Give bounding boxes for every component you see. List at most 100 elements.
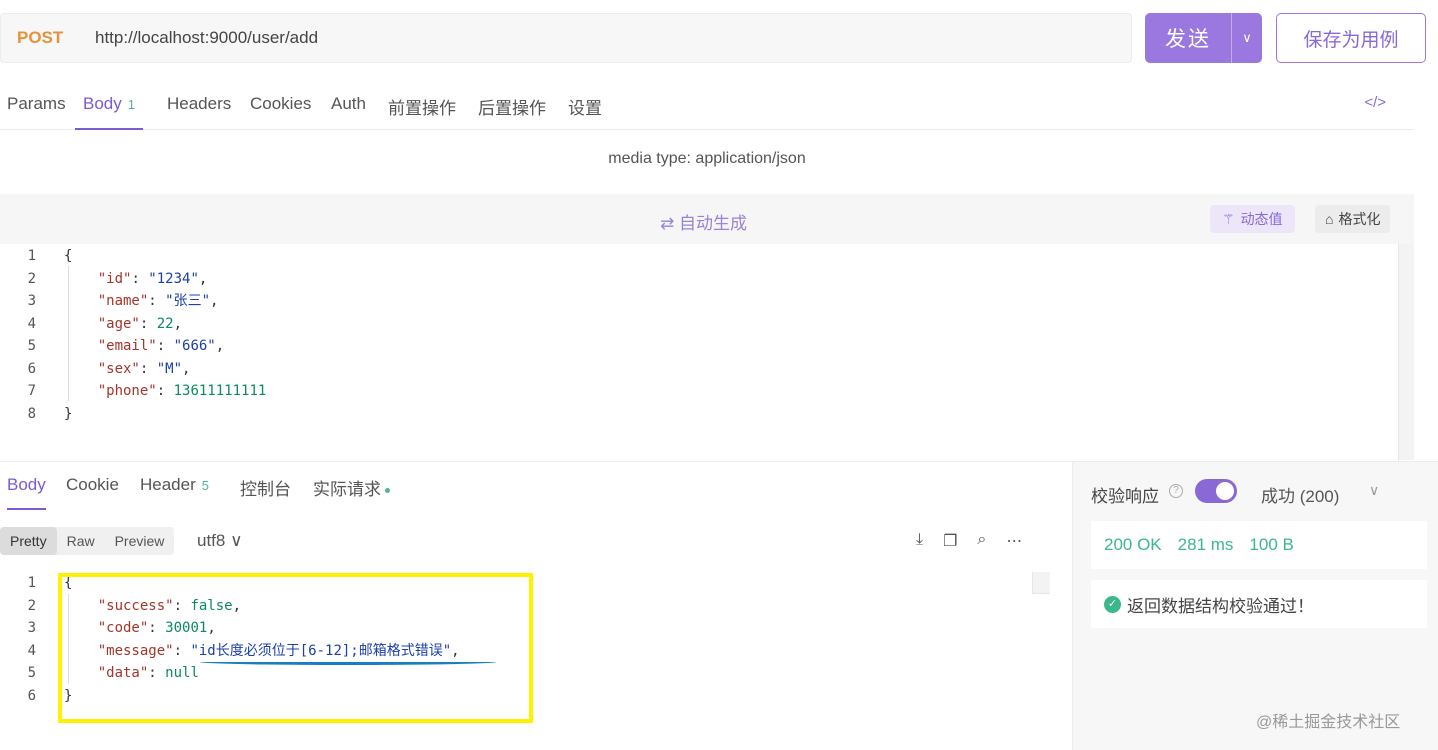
tab-auth[interactable]: Auth bbox=[331, 94, 366, 130]
resp-tab-header[interactable]: Header 5 bbox=[140, 475, 209, 510]
format-label: 格式化 bbox=[1338, 211, 1381, 227]
auto-generate-button[interactable]: ⇄ 自动生成 bbox=[660, 209, 747, 234]
validation-toggle[interactable] bbox=[1195, 479, 1237, 503]
request-body-editor[interactable]: 1{2 "id": "1234", 3 "name": "张三", 4 "age":… bbox=[0, 244, 1414, 460]
tab-post-ops[interactable]: 后置操作 bbox=[478, 94, 546, 130]
json-value: 22 bbox=[156, 315, 174, 332]
tab-headers[interactable]: Headers bbox=[167, 94, 231, 130]
watermark: @稀土掘金技术社区 bbox=[1256, 714, 1401, 731]
line-number: 2 bbox=[27, 270, 36, 287]
url-bar[interactable]: POST http://localhost:9000/user/add bbox=[0, 13, 1132, 63]
code-line: 6} bbox=[0, 685, 73, 708]
code-content: "phone": 13611111111 bbox=[97, 383, 267, 399]
media-type-label: media type: application/json bbox=[608, 150, 806, 167]
json-key: "name" bbox=[97, 293, 149, 309]
line-number: 6 bbox=[27, 360, 36, 377]
resp-tab-cookie[interactable]: Cookie bbox=[66, 475, 119, 510]
resp-tab-actual-request[interactable]: 实际请求 bbox=[313, 475, 390, 510]
response-time: 281 ms bbox=[1177, 535, 1234, 554]
editor-toolbar: ⇄ 自动生成 ⚚ 动态值 ⌂ 格式化 bbox=[0, 194, 1414, 244]
line-number: 1 bbox=[27, 248, 36, 264]
response-metrics: 200 OK 281 ms 100 B bbox=[1091, 521, 1427, 569]
code-line: 1{ bbox=[0, 572, 73, 595]
tab-cookies[interactable]: Cookies bbox=[250, 94, 311, 130]
resp-tab-header-count: 5 bbox=[201, 478, 209, 493]
send-button-label[interactable]: 发送 bbox=[1145, 23, 1231, 53]
view-preview[interactable]: Preview bbox=[105, 527, 175, 555]
view-raw[interactable]: Raw bbox=[57, 527, 105, 555]
json-value: "666" bbox=[173, 338, 216, 354]
json-value: "张三" bbox=[165, 293, 211, 309]
code-content: "email": "666", bbox=[97, 338, 225, 354]
line-number: 8 bbox=[27, 405, 36, 422]
copy-icon[interactable]: ❐ bbox=[943, 531, 957, 551]
download-icon[interactable]: ⤓ bbox=[916, 531, 923, 551]
validation-result: ✓ 返回数据结构校验通过！ bbox=[1091, 580, 1427, 628]
tab-body-count: 1 bbox=[127, 97, 135, 112]
send-button[interactable]: 发送 ∨ bbox=[1145, 13, 1262, 63]
response-size: 100 B bbox=[1249, 535, 1294, 554]
response-scrollbar[interactable] bbox=[1032, 572, 1050, 594]
save-as-case-button[interactable]: 保存为用例 bbox=[1276, 13, 1426, 63]
code-line: 4 "age": 22, bbox=[0, 313, 182, 336]
resp-tab-actual-request-label: 实际请求 bbox=[313, 480, 381, 499]
check-circle-icon: ✓ bbox=[1104, 595, 1121, 613]
toggle-knob bbox=[1216, 482, 1234, 500]
code-line: 8} bbox=[0, 403, 73, 426]
editor-scrollbar[interactable] bbox=[1398, 244, 1414, 460]
resp-tab-header-label: Header bbox=[140, 475, 196, 494]
chevron-down-icon[interactable]: ∨ bbox=[1231, 13, 1262, 63]
request-tabs: Params Body 1 Headers Cookies Auth 前置操作 后… bbox=[0, 80, 1414, 130]
line-number: 1 bbox=[27, 575, 36, 591]
code-line: 3 "code": 30001, bbox=[0, 617, 216, 640]
chevron-down-icon[interactable]: ∨ bbox=[1369, 482, 1379, 499]
code-line: 6 "sex": "M", bbox=[0, 358, 191, 381]
json-key: "email" bbox=[97, 338, 157, 354]
line-number: 4 bbox=[27, 315, 36, 332]
json-key: "sex" bbox=[97, 360, 140, 377]
status-code: 200 OK bbox=[1104, 535, 1162, 554]
tab-pre-ops[interactable]: 前置操作 bbox=[388, 94, 456, 130]
json-key: "phone" bbox=[97, 383, 157, 399]
search-icon[interactable]: ⌕ bbox=[977, 531, 986, 551]
dynamic-value-button[interactable]: ⚚ 动态值 bbox=[1210, 205, 1295, 233]
status-dot bbox=[385, 488, 390, 494]
line-number: 6 bbox=[27, 687, 36, 704]
code-line: 2 "success": false, bbox=[0, 595, 241, 618]
json-value: "M" bbox=[156, 360, 183, 377]
tab-body-label: Body bbox=[83, 94, 122, 113]
tab-settings[interactable]: 设置 bbox=[568, 94, 602, 130]
code-line: 4 "message": "id长度必须位于[6-12];邮箱格式错误", bbox=[0, 640, 460, 663]
highlight-box bbox=[58, 573, 533, 723]
json-value: 13611111111 bbox=[173, 383, 267, 399]
tab-params[interactable]: Params bbox=[7, 94, 66, 130]
encoding-select[interactable]: utf8 ∨ bbox=[197, 531, 243, 551]
validation-status[interactable]: 成功 (200) bbox=[1261, 482, 1339, 507]
response-actions: ⤓ ❐ ⌕ ⋯ bbox=[916, 531, 1022, 551]
code-icon[interactable]: </> bbox=[1364, 94, 1386, 111]
code-content: "sex": "M", bbox=[97, 360, 191, 377]
url-input[interactable]: http://localhost:9000/user/add bbox=[95, 28, 318, 48]
validation-message: 返回数据结构校验通过！ bbox=[1127, 596, 1314, 616]
message-underline bbox=[200, 659, 496, 665]
more-icon[interactable]: ⋯ bbox=[1006, 531, 1022, 551]
code-content: "id": "1234", bbox=[97, 270, 208, 287]
code-content: "age": 22, bbox=[97, 315, 183, 332]
line-number: 3 bbox=[27, 293, 36, 309]
tab-body[interactable]: Body 1 bbox=[75, 94, 143, 130]
resp-tab-body[interactable]: Body bbox=[7, 475, 46, 510]
help-icon[interactable]: ? bbox=[1169, 484, 1183, 498]
code-line: 3 "name": "张三", bbox=[0, 290, 219, 313]
line-number: 4 bbox=[27, 642, 36, 659]
dynamic-value-label: 动态值 bbox=[1240, 211, 1283, 227]
code-line: 1{ bbox=[0, 245, 73, 268]
line-number: 3 bbox=[27, 620, 36, 636]
code-content: } bbox=[64, 405, 73, 422]
format-button[interactable]: ⌂ 格式化 bbox=[1315, 205, 1391, 233]
resp-tab-console[interactable]: 控制台 bbox=[240, 475, 291, 510]
magic-wand-icon: ⚚ bbox=[1222, 210, 1235, 227]
code-line: 7 "phone": 13611111111 bbox=[0, 380, 267, 403]
method-selector[interactable]: POST bbox=[17, 28, 95, 48]
view-pretty[interactable]: Pretty bbox=[0, 527, 57, 555]
validation-panel: 校验响应 ? 成功 (200) ∨ 200 OK 281 ms 100 B ✓ … bbox=[1072, 462, 1438, 750]
